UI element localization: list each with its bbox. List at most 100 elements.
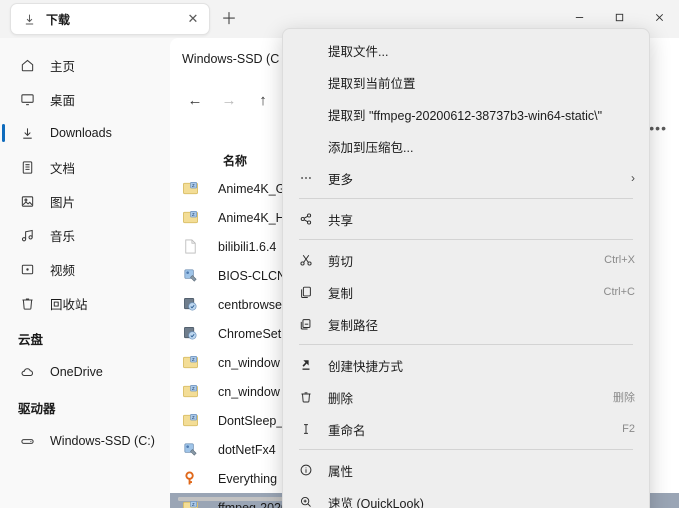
zip-folder-icon: Z xyxy=(180,179,200,199)
menu-item-properties[interactable]: 属性 xyxy=(287,454,645,486)
breadcrumb[interactable]: Windows-SSD (C xyxy=(182,52,279,66)
zip-folder-icon: Z xyxy=(180,382,200,402)
menu-item-rename[interactable]: 重命名 F2 xyxy=(287,413,645,445)
chevron-right-icon: › xyxy=(631,171,635,185)
menu-item-extract-to-folder[interactable]: 提取到 "ffmpeg-20200612-38737b3-win64-stati… xyxy=(287,98,645,130)
sidebar-item-label: 文档 xyxy=(50,161,76,176)
menu-item-accelerator: Ctrl+C xyxy=(603,286,635,298)
sidebar-item-label: 桌面 xyxy=(50,93,76,108)
sidebar-item-windows-ssd[interactable]: Windows-SSD (C:) xyxy=(6,424,164,458)
menu-item-copy-path[interactable]: 复制路径 xyxy=(287,308,645,340)
music-icon xyxy=(18,226,36,244)
installer-icon xyxy=(180,295,200,315)
cloud-icon xyxy=(18,363,36,381)
drive-icon xyxy=(18,432,36,450)
shortcut-icon xyxy=(295,358,317,372)
sidebar-item-label: Downloads xyxy=(50,126,112,140)
up-button[interactable]: ↑ xyxy=(248,86,278,114)
sidebar-item-label: 主页 xyxy=(50,59,76,74)
installer-icon xyxy=(180,324,200,344)
menu-item-label: 提取文件... xyxy=(328,44,389,59)
menu-item-label: 删除 xyxy=(328,391,354,406)
menu-item-create-shortcut[interactable]: 创建快捷方式 xyxy=(287,349,645,381)
menu-item-label: 添加到压缩包... xyxy=(328,140,414,155)
svg-text:Z: Z xyxy=(192,212,195,217)
file-icon xyxy=(180,237,200,257)
scissors-icon xyxy=(295,253,317,267)
sidebar-item-downloads[interactable]: Downloads xyxy=(2,116,164,150)
menu-item-label: 剪切 xyxy=(328,254,354,269)
sidebar-group-drives: 驱动器 xyxy=(18,402,56,416)
sidebar-item-label: 音乐 xyxy=(50,229,76,244)
menu-item-share[interactable]: 共享 xyxy=(287,203,645,235)
more-icon xyxy=(295,171,317,185)
menu-item-label: 提取到当前位置 xyxy=(328,76,416,91)
menu-separator xyxy=(299,239,633,240)
context-menu: 提取文件... 提取到当前位置 提取到 "ffmpeg-20200612-387… xyxy=(282,28,650,508)
home-icon xyxy=(18,56,36,74)
forward-button[interactable]: → xyxy=(214,86,244,114)
back-button[interactable]: ← xyxy=(180,86,210,114)
overflow-menu-icon[interactable]: ••• xyxy=(649,120,667,136)
menu-item-add-to-archive[interactable]: 添加到压缩包... xyxy=(287,130,645,162)
share-icon xyxy=(295,212,317,226)
recycle-bin-icon xyxy=(18,294,36,312)
tab-label: 下载 xyxy=(46,12,71,27)
sidebar-item-documents[interactable]: 文档 xyxy=(6,150,164,184)
menu-item-quicklook[interactable]: 速览 (QuickLook) xyxy=(287,486,645,508)
desktop-icon xyxy=(18,90,36,108)
sidebar-item-label: 视频 xyxy=(50,263,76,278)
exe-icon xyxy=(180,266,200,286)
svg-text:Z: Z xyxy=(192,502,195,507)
column-header-name[interactable]: 名称 xyxy=(223,152,247,169)
menu-item-label: 共享 xyxy=(328,213,354,228)
menu-item-copy[interactable]: 复制 Ctrl+C xyxy=(287,276,645,308)
menu-item-extract-files[interactable]: 提取文件... xyxy=(287,34,645,66)
close-tab-icon[interactable]: ✕ xyxy=(183,9,203,29)
search-key-icon xyxy=(180,469,200,489)
menu-item-label: 复制路径 xyxy=(328,318,379,333)
zip-folder-icon: Z xyxy=(180,353,200,373)
menu-item-extract-here[interactable]: 提取到当前位置 xyxy=(287,66,645,98)
sidebar-item-label: OneDrive xyxy=(50,365,103,379)
sidebar-group-cloud: 云盘 xyxy=(18,333,44,347)
sidebar-item-pictures[interactable]: 图片 xyxy=(6,184,164,218)
zip-folder-icon: Z xyxy=(180,411,200,431)
menu-item-label: 速览 (QuickLook) xyxy=(328,496,424,508)
menu-item-cut[interactable]: 剪切 Ctrl+X xyxy=(287,244,645,276)
menu-separator xyxy=(299,449,633,450)
info-icon xyxy=(295,463,317,477)
sidebar-item-label: 图片 xyxy=(50,195,76,210)
svg-text:Z: Z xyxy=(192,183,195,188)
menu-separator xyxy=(299,344,633,345)
menu-item-accelerator: F2 xyxy=(622,423,635,435)
sidebar-item-onedrive[interactable]: OneDrive xyxy=(6,355,164,389)
menu-item-label: 属性 xyxy=(328,464,354,479)
sidebar-item-videos[interactable]: 视频 xyxy=(6,252,164,286)
svg-text:Z: Z xyxy=(192,357,195,362)
sidebar-item-label: Windows-SSD (C:) xyxy=(50,434,155,448)
rename-icon xyxy=(295,422,317,436)
sidebar-item-recycle-bin[interactable]: 回收站 xyxy=(6,286,164,320)
menu-item-label: 更多 xyxy=(328,172,354,187)
tab-downloads[interactable]: 下载 ✕ xyxy=(10,3,210,35)
sidebar-item-music[interactable]: 音乐 xyxy=(6,218,164,252)
sidebar-item-label: 回收站 xyxy=(50,297,88,312)
download-icon xyxy=(21,11,37,27)
menu-item-label: 重命名 xyxy=(328,423,366,438)
quicklook-icon xyxy=(295,495,317,508)
menu-item-more[interactable]: 更多 › xyxy=(287,162,645,194)
navigation-sidebar: 主页 桌面 Downloads 文档 图片 音乐 视频 回收站 云盘 OneDr… xyxy=(0,38,170,508)
zip-folder-icon: Z xyxy=(180,208,200,228)
copy-icon xyxy=(295,285,317,299)
sidebar-item-home[interactable]: 主页 xyxy=(6,48,164,82)
sidebar-item-desktop[interactable]: 桌面 xyxy=(6,82,164,116)
copy-path-icon xyxy=(295,317,317,331)
menu-item-label: 复制 xyxy=(328,286,354,301)
exe-icon xyxy=(180,440,200,460)
menu-item-delete[interactable]: 删除 删除 xyxy=(287,381,645,413)
menu-item-accelerator: Ctrl+X xyxy=(604,254,635,266)
navigation-buttons: ← → ↑ xyxy=(180,86,278,114)
svg-text:Z: Z xyxy=(192,386,195,391)
new-tab-button[interactable]: ＋ xyxy=(218,9,240,31)
